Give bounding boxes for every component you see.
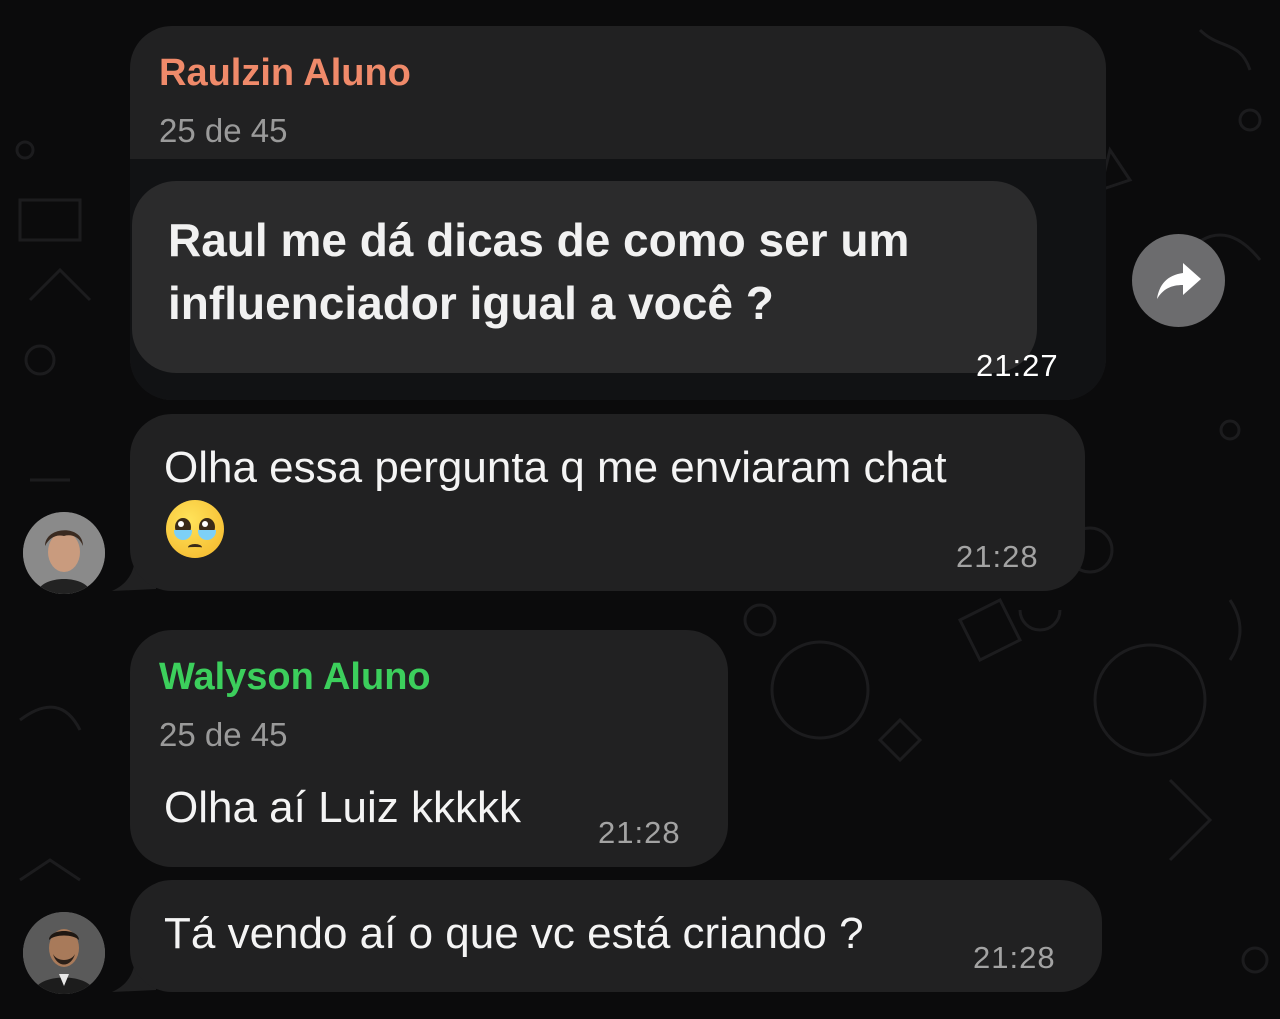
sender-subtitle: 25 de 45 (159, 716, 288, 753)
message-bubble-owner-1[interactable]: Olha essa pergunta q me enviaram chat 21… (130, 414, 1085, 591)
avatar-sender-2[interactable] (23, 912, 105, 994)
message-time: 21:28 (598, 815, 681, 850)
sender-name: Walyson Aluno (159, 656, 431, 698)
message-time: 21:28 (956, 539, 1039, 574)
quoted-media[interactable]: Raul me dá dicas de como ser um influenc… (130, 159, 1106, 400)
sender-subtitle: 25 de 45 (159, 112, 288, 149)
message-bubble-owner-2[interactable]: Tá vendo aí o que vc está criando ? 21:2… (130, 880, 1102, 992)
message-text: Olha essa pergunta q me enviaram chat (164, 443, 947, 492)
emoji-pleading (166, 500, 224, 558)
quoted-bubble: Raul me dá dicas de como ser um influenc… (132, 181, 1037, 373)
message-text: Olha aí Luiz kkkkk (164, 783, 522, 832)
avatar-sender-1[interactable] (23, 512, 105, 594)
quoted-text: Raul me dá dicas de como ser um influenc… (168, 214, 910, 329)
message-bubble-walyson[interactable]: Walyson Aluno 25 de 45 Olha aí Luiz kkkk… (130, 630, 728, 867)
message-bubble-raulzin[interactable]: Raulzin Aluno 25 de 45 Raul me dá dicas … (130, 26, 1106, 400)
avatar-image (23, 512, 105, 594)
avatar-image (23, 912, 105, 994)
forward-arrow-icon (1156, 262, 1201, 299)
sender-name: Raulzin Aluno (159, 52, 411, 94)
message-time: 21:27 (976, 348, 1059, 383)
message-text: Tá vendo aí o que vc está criando ? (164, 909, 864, 958)
message-time: 21:28 (973, 940, 1056, 975)
forward-button[interactable] (1132, 234, 1225, 327)
